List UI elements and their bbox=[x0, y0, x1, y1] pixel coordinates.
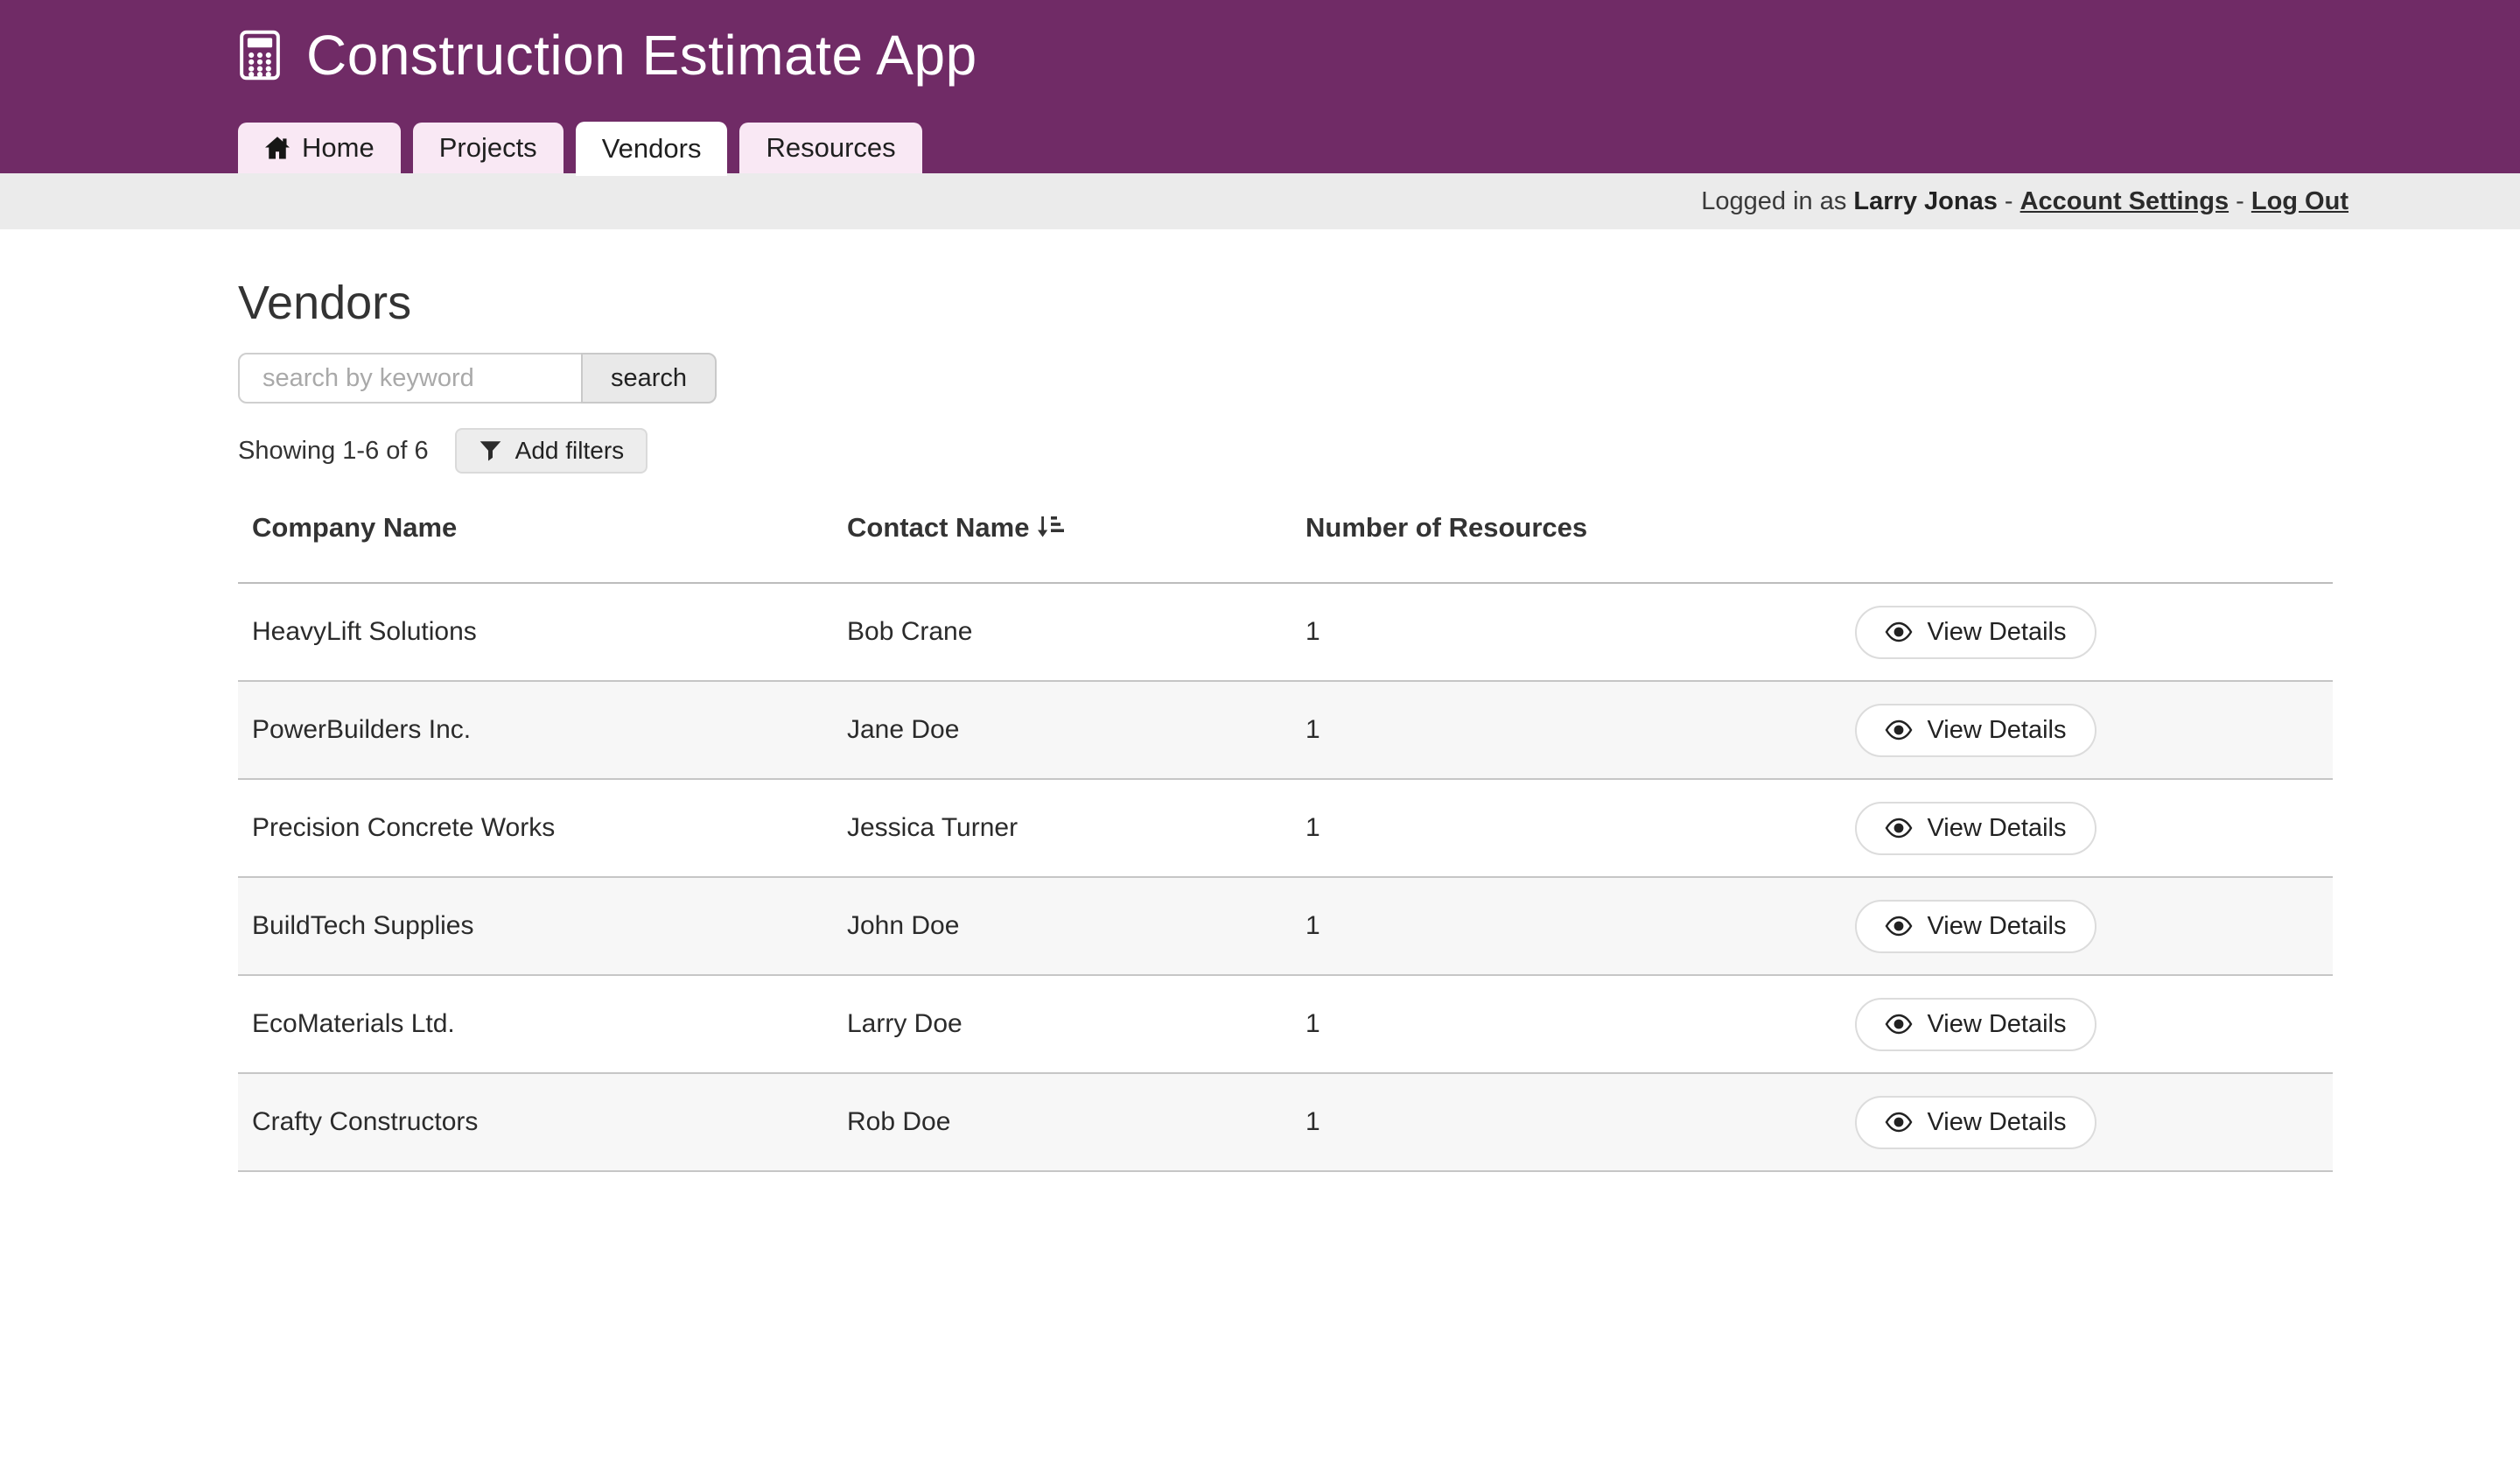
view-details-button[interactable]: View Details bbox=[1855, 704, 2096, 757]
company-cell: BuildTech Supplies bbox=[238, 877, 833, 975]
tab-resources[interactable]: Resources bbox=[739, 123, 921, 173]
showing-row: Showing 1-6 of 6 Add filters bbox=[238, 428, 2520, 474]
separator: - bbox=[1998, 187, 2020, 216]
view-details-label: View Details bbox=[1927, 1010, 2066, 1039]
view-details-label: View Details bbox=[1927, 814, 2066, 843]
vendor-table-body: HeavyLift Solutions Bob Crane 1 View Det… bbox=[238, 583, 2333, 1171]
brand-row: Construction Estimate App bbox=[0, 0, 2520, 88]
tabs-row: Home Projects Vendors Resources bbox=[0, 122, 2520, 173]
contact-cell: Rob Doe bbox=[833, 1073, 1292, 1171]
eye-icon bbox=[1885, 818, 1913, 839]
action-cell: View Details bbox=[1622, 877, 2333, 975]
eye-icon bbox=[1885, 1014, 1913, 1035]
view-details-label: View Details bbox=[1927, 618, 2066, 647]
view-details-label: View Details bbox=[1927, 912, 2066, 941]
resources-cell: 1 bbox=[1292, 1073, 1622, 1171]
column-header-actions bbox=[1622, 489, 2333, 583]
contact-cell: Jessica Turner bbox=[833, 779, 1292, 877]
table-row: Precision Concrete Works Jessica Turner … bbox=[238, 779, 2333, 877]
view-details-button[interactable]: View Details bbox=[1855, 998, 2096, 1051]
account-bar: Logged in as Larry Jonas - Account Setti… bbox=[0, 173, 2520, 229]
view-details-button[interactable]: View Details bbox=[1855, 606, 2096, 659]
resources-cell: 1 bbox=[1292, 877, 1622, 975]
resources-cell: 1 bbox=[1292, 779, 1622, 877]
add-filters-label: Add filters bbox=[515, 437, 625, 465]
search-button[interactable]: search bbox=[581, 353, 717, 404]
filter-icon bbox=[479, 439, 502, 463]
action-cell: View Details bbox=[1622, 583, 2333, 681]
company-cell: HeavyLift Solutions bbox=[238, 583, 833, 681]
contact-cell: John Doe bbox=[833, 877, 1292, 975]
table-row: BuildTech Supplies John Doe 1 View Detai… bbox=[238, 877, 2333, 975]
table-row: EcoMaterials Ltd. Larry Doe 1 View Detai… bbox=[238, 975, 2333, 1073]
sort-descending-icon[interactable] bbox=[1036, 514, 1068, 540]
logged-in-text: Logged in as bbox=[1701, 187, 1853, 216]
app-title: Construction Estimate App bbox=[306, 23, 977, 88]
user-name: Larry Jonas bbox=[1853, 187, 1997, 216]
tab-label: Home bbox=[302, 132, 374, 164]
column-header-resources: Number of Resources bbox=[1292, 489, 1622, 583]
action-cell: View Details bbox=[1622, 975, 2333, 1073]
resources-cell: 1 bbox=[1292, 681, 1622, 779]
view-details-button[interactable]: View Details bbox=[1855, 802, 2096, 855]
view-details-label: View Details bbox=[1927, 716, 2066, 745]
main-content: Vendors search Showing 1-6 of 6 Add filt… bbox=[0, 276, 2520, 1172]
contact-cell: Bob Crane bbox=[833, 583, 1292, 681]
resources-cell: 1 bbox=[1292, 975, 1622, 1073]
calculator-icon bbox=[238, 30, 282, 81]
contact-cell: Jane Doe bbox=[833, 681, 1292, 779]
company-cell: Precision Concrete Works bbox=[238, 779, 833, 877]
resources-cell: 1 bbox=[1292, 583, 1622, 681]
table-row: HeavyLift Solutions Bob Crane 1 View Det… bbox=[238, 583, 2333, 681]
search-input[interactable] bbox=[238, 353, 583, 404]
action-cell: View Details bbox=[1622, 1073, 2333, 1171]
company-cell: EcoMaterials Ltd. bbox=[238, 975, 833, 1073]
eye-icon bbox=[1885, 1112, 1913, 1133]
app-header: Construction Estimate App Home Projects … bbox=[0, 0, 2520, 173]
company-cell: Crafty Constructors bbox=[238, 1073, 833, 1171]
vendors-table: Company Name Contact Name bbox=[238, 489, 2333, 1172]
tab-vendors[interactable]: Vendors bbox=[576, 122, 728, 176]
search-group: search bbox=[238, 353, 2520, 404]
results-count: Showing 1-6 of 6 bbox=[238, 437, 429, 466]
tab-home[interactable]: Home bbox=[238, 123, 401, 173]
view-details-button[interactable]: View Details bbox=[1855, 1096, 2096, 1149]
view-details-label: View Details bbox=[1927, 1108, 2066, 1137]
action-cell: View Details bbox=[1622, 779, 2333, 877]
tab-label: Resources bbox=[766, 132, 895, 164]
page-title: Vendors bbox=[238, 276, 2520, 330]
home-icon bbox=[264, 136, 290, 160]
eye-icon bbox=[1885, 916, 1913, 937]
tab-label: Projects bbox=[439, 132, 537, 164]
separator: - bbox=[2229, 187, 2251, 216]
column-header-company: Company Name bbox=[238, 489, 833, 583]
account-settings-link[interactable]: Account Settings bbox=[2020, 187, 2229, 216]
column-header-contact-label: Contact Name bbox=[847, 512, 1029, 543]
tab-label: Vendors bbox=[602, 133, 702, 165]
log-out-link[interactable]: Log Out bbox=[2251, 187, 2348, 216]
action-cell: View Details bbox=[1622, 681, 2333, 779]
table-row: Crafty Constructors Rob Doe 1 View Detai… bbox=[238, 1073, 2333, 1171]
tab-projects[interactable]: Projects bbox=[413, 123, 564, 173]
company-cell: PowerBuilders Inc. bbox=[238, 681, 833, 779]
eye-icon bbox=[1885, 719, 1913, 741]
table-header-row: Company Name Contact Name bbox=[238, 489, 2333, 583]
eye-icon bbox=[1885, 621, 1913, 642]
contact-cell: Larry Doe bbox=[833, 975, 1292, 1073]
add-filters-button[interactable]: Add filters bbox=[455, 428, 648, 474]
table-row: PowerBuilders Inc. Jane Doe 1 View Detai… bbox=[238, 681, 2333, 779]
column-header-contact[interactable]: Contact Name bbox=[833, 489, 1292, 583]
view-details-button[interactable]: View Details bbox=[1855, 900, 2096, 953]
